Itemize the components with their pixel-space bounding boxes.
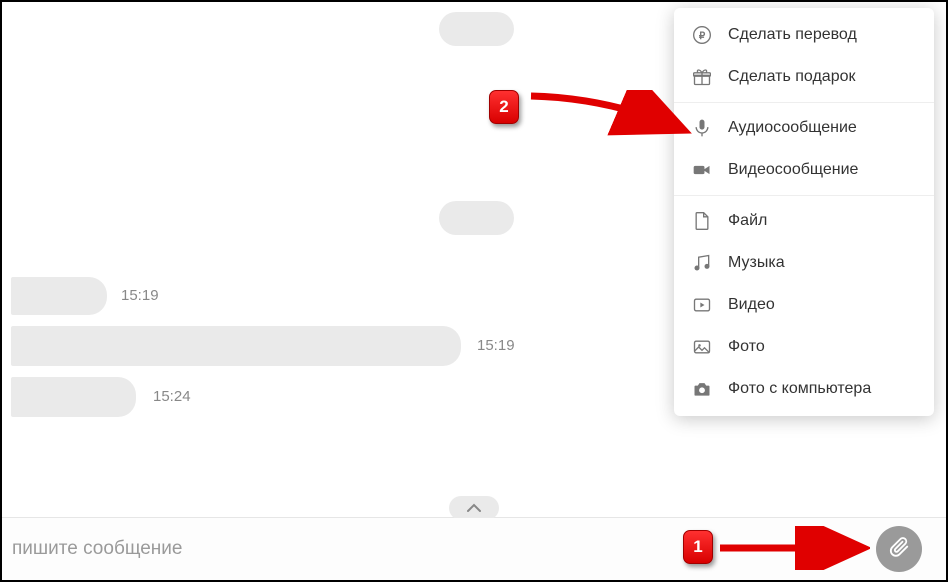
menu-item-label: Фото (728, 338, 765, 356)
menu-item-label: Сделать перевод (728, 26, 857, 44)
menu-item-label: Сделать подарок (728, 68, 856, 86)
annotation-badge-1: 1 (683, 530, 713, 564)
menu-item-file[interactable]: Файл (674, 200, 934, 242)
attach-menu: ₽ Сделать перевод Сделать подарок Аудиос… (674, 8, 934, 416)
menu-item-label: Файл (728, 212, 767, 230)
menu-item-label: Видео (728, 296, 775, 314)
message-input[interactable] (2, 538, 860, 560)
menu-separator (674, 102, 934, 103)
annotation-badge-2: 2 (489, 90, 519, 124)
videocam-icon (692, 159, 718, 181)
message-bubble (439, 201, 514, 235)
menu-item-video[interactable]: Видео (674, 284, 934, 326)
menu-item-audio[interactable]: Аудиосообщение (674, 107, 934, 149)
menu-item-photo-pc[interactable]: Фото с компьютера (674, 368, 934, 410)
menu-item-label: Аудиосообщение (728, 119, 857, 137)
file-icon (692, 210, 718, 232)
message-bubble (11, 277, 107, 315)
menu-item-label: Фото с компьютера (728, 380, 871, 398)
message-timestamp: 15:19 (121, 287, 159, 304)
menu-item-photo[interactable]: Фото (674, 326, 934, 368)
message-input-bar (2, 518, 946, 580)
chevron-up-icon (467, 501, 481, 516)
menu-item-label: Музыка (728, 254, 785, 272)
message-bubble (11, 326, 461, 366)
menu-separator (674, 195, 934, 196)
menu-item-transfer[interactable]: ₽ Сделать перевод (674, 14, 934, 56)
video-icon (692, 294, 718, 316)
message-bubble (439, 12, 514, 46)
attach-button[interactable] (876, 526, 922, 572)
camera-icon (692, 378, 718, 400)
music-icon (692, 252, 718, 274)
gift-icon (692, 66, 718, 88)
collapse-button[interactable] (449, 496, 499, 520)
message-timestamp: 15:19 (477, 337, 515, 354)
menu-item-videomsg[interactable]: Видеосообщение (674, 149, 934, 191)
message-bubble (11, 377, 136, 417)
paperclip-icon (888, 536, 910, 563)
svg-text:₽: ₽ (699, 31, 706, 42)
ruble-icon: ₽ (692, 24, 718, 46)
mic-icon (692, 117, 718, 139)
menu-item-gift[interactable]: Сделать подарок (674, 56, 934, 98)
message-timestamp: 15:24 (153, 388, 191, 405)
menu-item-label: Видеосообщение (728, 161, 858, 179)
menu-item-music[interactable]: Музыка (674, 242, 934, 284)
photo-icon (692, 336, 718, 358)
